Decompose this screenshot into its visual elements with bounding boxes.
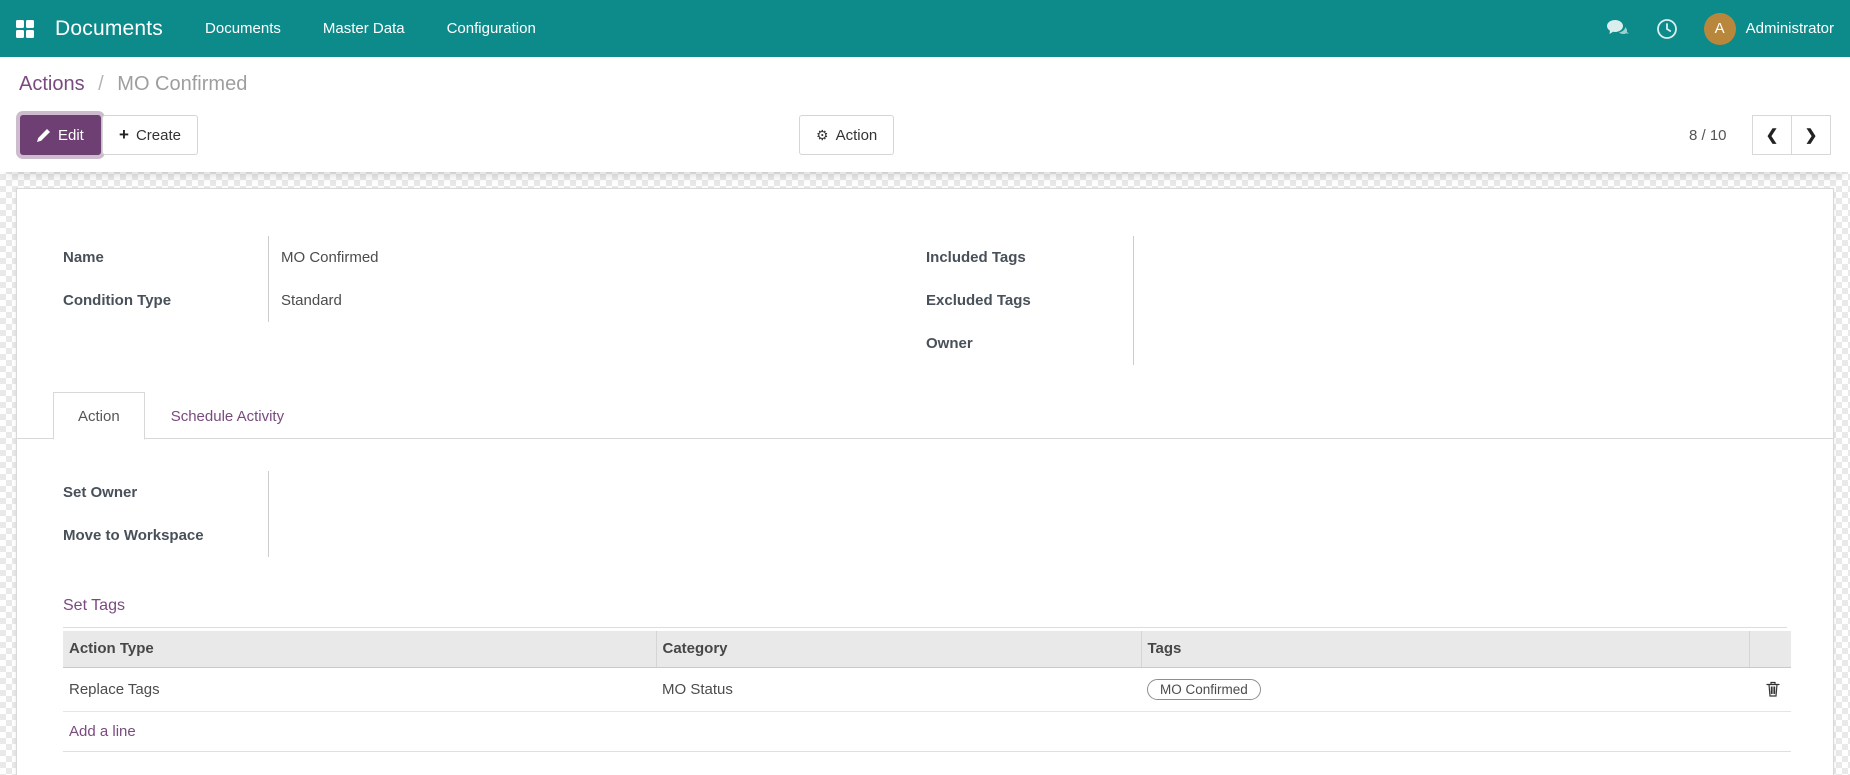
field-move-to-workspace: Move to Workspace (63, 514, 609, 557)
move-to-workspace-label: Move to Workspace (63, 514, 269, 557)
table-row[interactable]: Replace Tags MO Status MO Confirmed (63, 667, 1791, 712)
user-name: Administrator (1745, 20, 1834, 37)
menu-configuration[interactable]: Configuration (447, 0, 536, 57)
condition-type-label: Condition Type (63, 279, 269, 322)
field-group-right: Included Tags Excluded Tags Owner (926, 236, 1474, 365)
create-button-label: Create (135, 126, 181, 144)
activities-clock-icon[interactable] (1656, 18, 1678, 40)
field-included-tags: Included Tags (926, 236, 1474, 279)
breadcrumb-current: MO Confirmed (117, 73, 248, 95)
delete-row-trash-icon[interactable] (1755, 681, 1791, 697)
owner-label: Owner (926, 322, 1134, 365)
top-navbar: Documents Documents Master Data Configur… (0, 0, 1850, 57)
tag-pill: MO Confirmed (1147, 678, 1261, 700)
top-menu: Documents Master Data Configuration (205, 0, 536, 57)
cell-tags[interactable]: MO Confirmed (1141, 667, 1749, 712)
tab-schedule-activity[interactable]: Schedule Activity (145, 392, 310, 440)
column-header-delete (1748, 631, 1791, 668)
table-header-row: Action Type Category Tags (63, 631, 1791, 668)
breadcrumb: Actions / MO Confirmed (19, 73, 247, 96)
set-owner-value (269, 471, 609, 514)
action-menu-button[interactable]: ⚙ Action (799, 115, 895, 155)
menu-documents[interactable]: Documents (205, 0, 281, 57)
cell-action-type[interactable]: Replace Tags (63, 667, 656, 712)
condition-type-value: Standard (281, 292, 342, 309)
add-a-line-link[interactable]: Add a line (69, 723, 136, 740)
move-to-workspace-value (269, 514, 609, 557)
field-group-left: Name MO Confirmed Condition Type Standar… (63, 236, 609, 322)
pager-next-button[interactable]: ❯ (1791, 115, 1831, 155)
section-divider (63, 627, 1787, 628)
excluded-tags-label: Excluded Tags (926, 279, 1134, 322)
pager: ❮ ❯ (1752, 115, 1831, 155)
field-group-tab: Set Owner Move to Workspace (63, 471, 609, 557)
pencil-icon (37, 128, 50, 142)
field-condition-type: Condition Type Standard (63, 279, 609, 322)
add-line-row: Add a line (63, 711, 1791, 752)
tab-action[interactable]: Action (53, 392, 145, 440)
tab-strip: Action Schedule Activity (17, 392, 1833, 440)
chevron-left-icon: ❮ (1765, 127, 1779, 144)
set-owner-label: Set Owner (63, 471, 269, 514)
column-header-tags: Tags (1140, 631, 1749, 668)
action-button-label: Action (835, 126, 878, 144)
form-sheet: Name MO Confirmed Condition Type Standar… (16, 188, 1834, 775)
name-value: MO Confirmed (281, 249, 379, 266)
field-set-owner: Set Owner (63, 471, 609, 514)
gear-icon: ⚙ (816, 126, 829, 143)
edit-button[interactable]: Edit (20, 115, 101, 155)
plus-icon: + (119, 125, 129, 144)
messages-icon[interactable] (1606, 19, 1630, 39)
included-tags-value (1134, 236, 1474, 279)
set-tags-section-title: Set Tags (63, 597, 125, 614)
field-owner: Owner (926, 322, 1474, 365)
set-tags-table: Action Type Category Tags Replace Tags M… (63, 631, 1791, 752)
edit-button-label: Edit (58, 126, 84, 144)
breadcrumb-separator: / (98, 73, 104, 95)
field-excluded-tags: Excluded Tags (926, 279, 1474, 322)
breadcrumb-actions-link[interactable]: Actions (19, 73, 85, 95)
user-menu[interactable]: A Administrator (1703, 12, 1834, 45)
included-tags-label: Included Tags (926, 236, 1134, 279)
cell-category[interactable]: MO Status (656, 667, 1141, 712)
excluded-tags-value (1134, 279, 1474, 322)
name-label: Name (63, 236, 269, 279)
control-panel: Actions / MO Confirmed Edit + Create ⚙ A… (0, 57, 1850, 172)
pager-previous-button[interactable]: ❮ (1752, 115, 1792, 155)
pager-counter: 8 / 10 (1689, 126, 1727, 144)
app-title[interactable]: Documents (55, 17, 163, 41)
menu-master-data[interactable]: Master Data (323, 0, 405, 57)
owner-value (1134, 322, 1474, 365)
chevron-right-icon: ❯ (1804, 127, 1818, 144)
column-header-category: Category (655, 631, 1141, 668)
apps-menu-icon[interactable] (16, 19, 34, 38)
column-header-action-type: Action Type (63, 631, 656, 668)
field-name: Name MO Confirmed (63, 236, 609, 279)
avatar: A (1703, 12, 1736, 45)
create-button[interactable]: + Create (102, 115, 198, 155)
